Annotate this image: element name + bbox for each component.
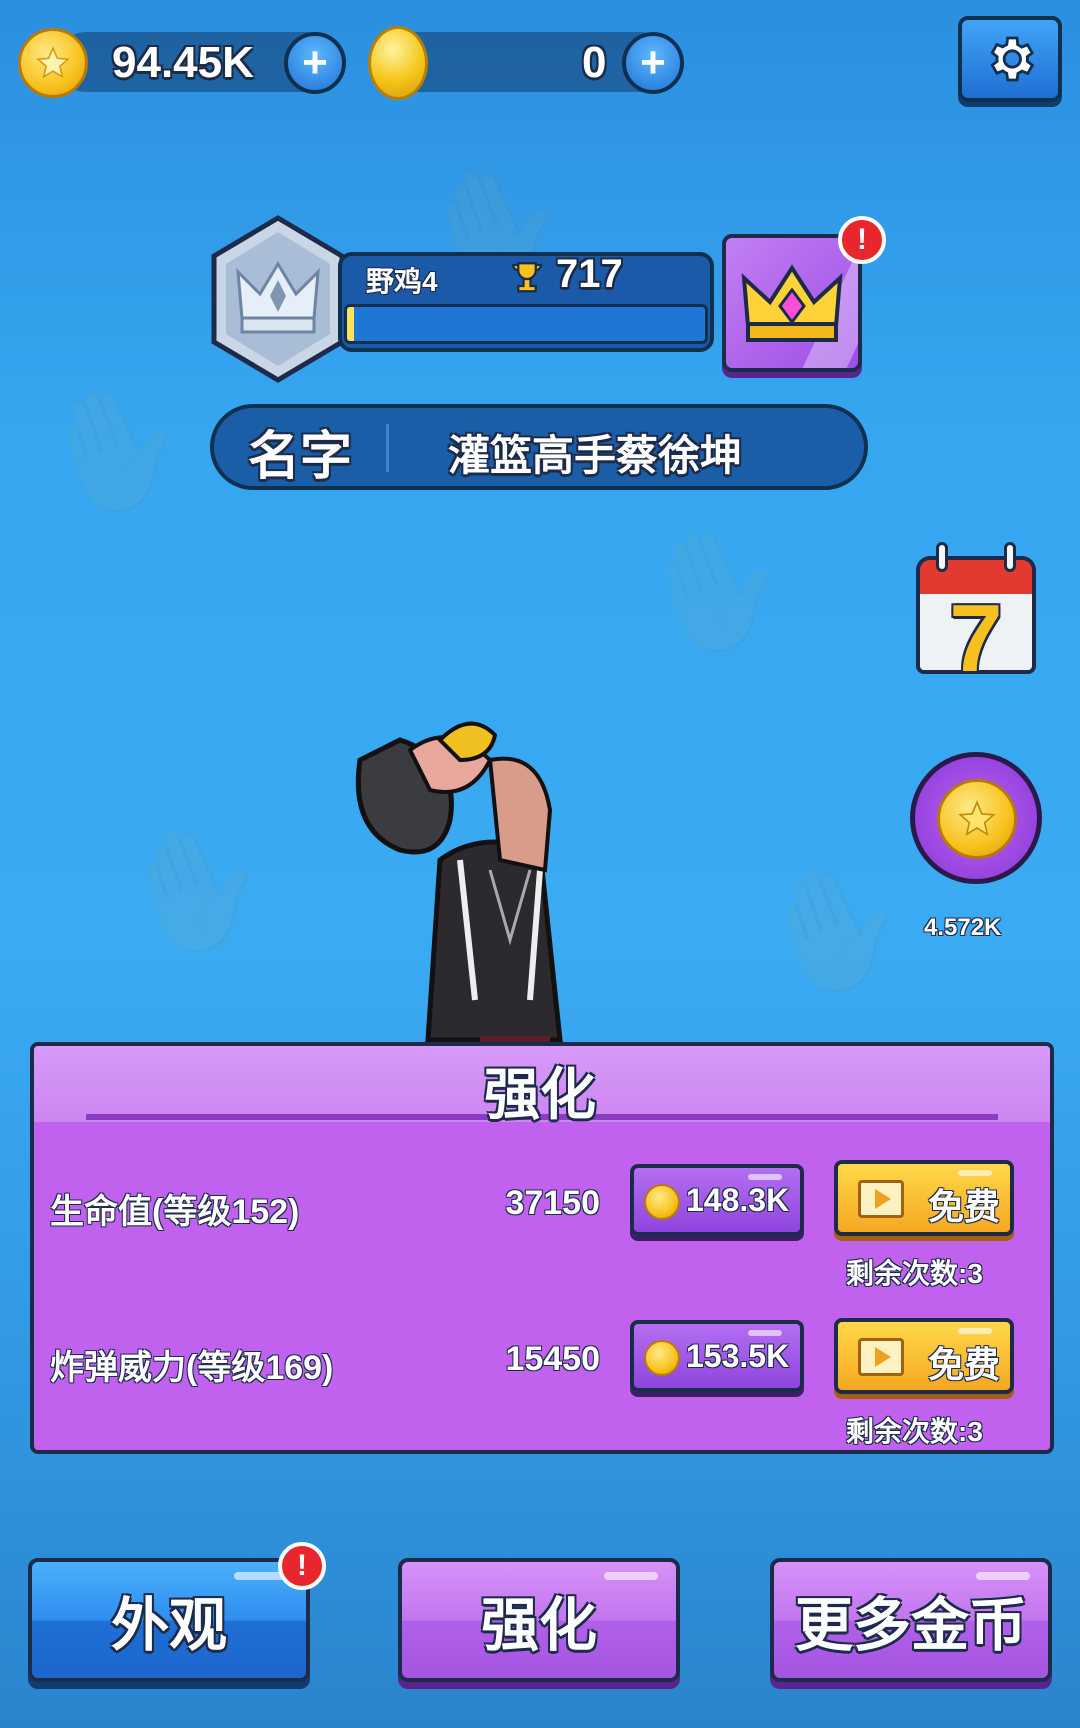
bomb-power-coin-upgrade-button[interactable]: 153.5K xyxy=(630,1320,804,1392)
more-coins-tab-button[interactable]: 更多金币 xyxy=(770,1558,1052,1682)
coin-bonus-amount: 4.572K xyxy=(924,914,1002,941)
upgrade-panel-title: 强化 xyxy=(484,1063,596,1126)
vip-crown-button[interactable] xyxy=(722,234,862,372)
health-value: 37150 xyxy=(505,1184,600,1222)
player-character xyxy=(340,700,640,1050)
more-coins-tab-label: 更多金币 xyxy=(794,1593,1027,1658)
gold-coin-icon xyxy=(18,28,88,98)
bomb-power-remaining-count: 剩余次数:3 xyxy=(846,1416,983,1447)
background-pattern: ✋ xyxy=(621,500,808,678)
rank-name: 野鸡4 xyxy=(366,266,438,297)
name-divider xyxy=(386,424,389,472)
player-name: 灌篮高手蔡徐坤 xyxy=(448,432,743,479)
health-upgrade-label: 生命值(等级152) xyxy=(50,1193,300,1231)
bomb-power-upgrade-label: 炸弹威力(等级169) xyxy=(50,1349,334,1387)
bomb-power-free-upgrade-button[interactable]: 免费 xyxy=(834,1318,1014,1394)
calendar-day: 7 xyxy=(949,585,1003,692)
upgrade-tab-label: 强化 xyxy=(480,1593,597,1658)
gem-amount: 0 xyxy=(582,38,607,87)
appearance-alert-badge: ! xyxy=(278,1542,326,1590)
background-pattern: ✋ xyxy=(741,840,928,1018)
health-free-label: 免费 xyxy=(928,1186,1001,1227)
health-coin-upgrade-button[interactable]: 148.3K xyxy=(630,1164,804,1236)
video-play-icon xyxy=(858,1338,904,1376)
trophy-icon xyxy=(506,258,548,300)
coin-icon xyxy=(644,1184,680,1220)
background-pattern: ✋ xyxy=(101,800,288,978)
video-play-icon xyxy=(858,1180,904,1218)
health-free-upgrade-button[interactable]: 免费 xyxy=(834,1160,1014,1236)
name-label: 名字 xyxy=(248,428,353,486)
rank-badge-icon xyxy=(208,214,348,384)
coin-icon xyxy=(644,1340,680,1376)
coin-icon xyxy=(937,779,1017,859)
bomb-power-free-label: 免费 xyxy=(928,1344,1001,1385)
vip-alert-badge: ! xyxy=(838,216,886,264)
appearance-tab-button[interactable]: 外观 xyxy=(28,1558,310,1682)
add-gold-button[interactable]: + xyxy=(284,32,346,94)
trophy-count: 717 xyxy=(556,252,623,296)
upgrade-tab-button[interactable]: 强化 xyxy=(398,1558,680,1682)
gear-icon xyxy=(990,36,1035,82)
crown-icon xyxy=(741,264,843,342)
background-pattern: ✋ xyxy=(21,360,208,538)
rank-progress-bar xyxy=(344,304,708,344)
health-remaining-count: 剩余次数:3 xyxy=(846,1258,983,1289)
coin-bonus-button[interactable] xyxy=(910,752,1042,884)
bomb-power-upgrade-cost: 153.5K xyxy=(686,1338,790,1374)
health-upgrade-cost: 148.3K xyxy=(686,1182,790,1218)
bomb-power-value: 15450 xyxy=(505,1340,600,1378)
gold-gem-icon xyxy=(368,26,428,100)
appearance-tab-label: 外观 xyxy=(110,1593,227,1658)
add-gem-button[interactable]: + xyxy=(622,32,684,94)
daily-login-calendar-button[interactable]: 7 xyxy=(916,542,1036,692)
gold-amount: 94.45K xyxy=(112,38,254,87)
settings-button[interactable] xyxy=(958,16,1062,102)
